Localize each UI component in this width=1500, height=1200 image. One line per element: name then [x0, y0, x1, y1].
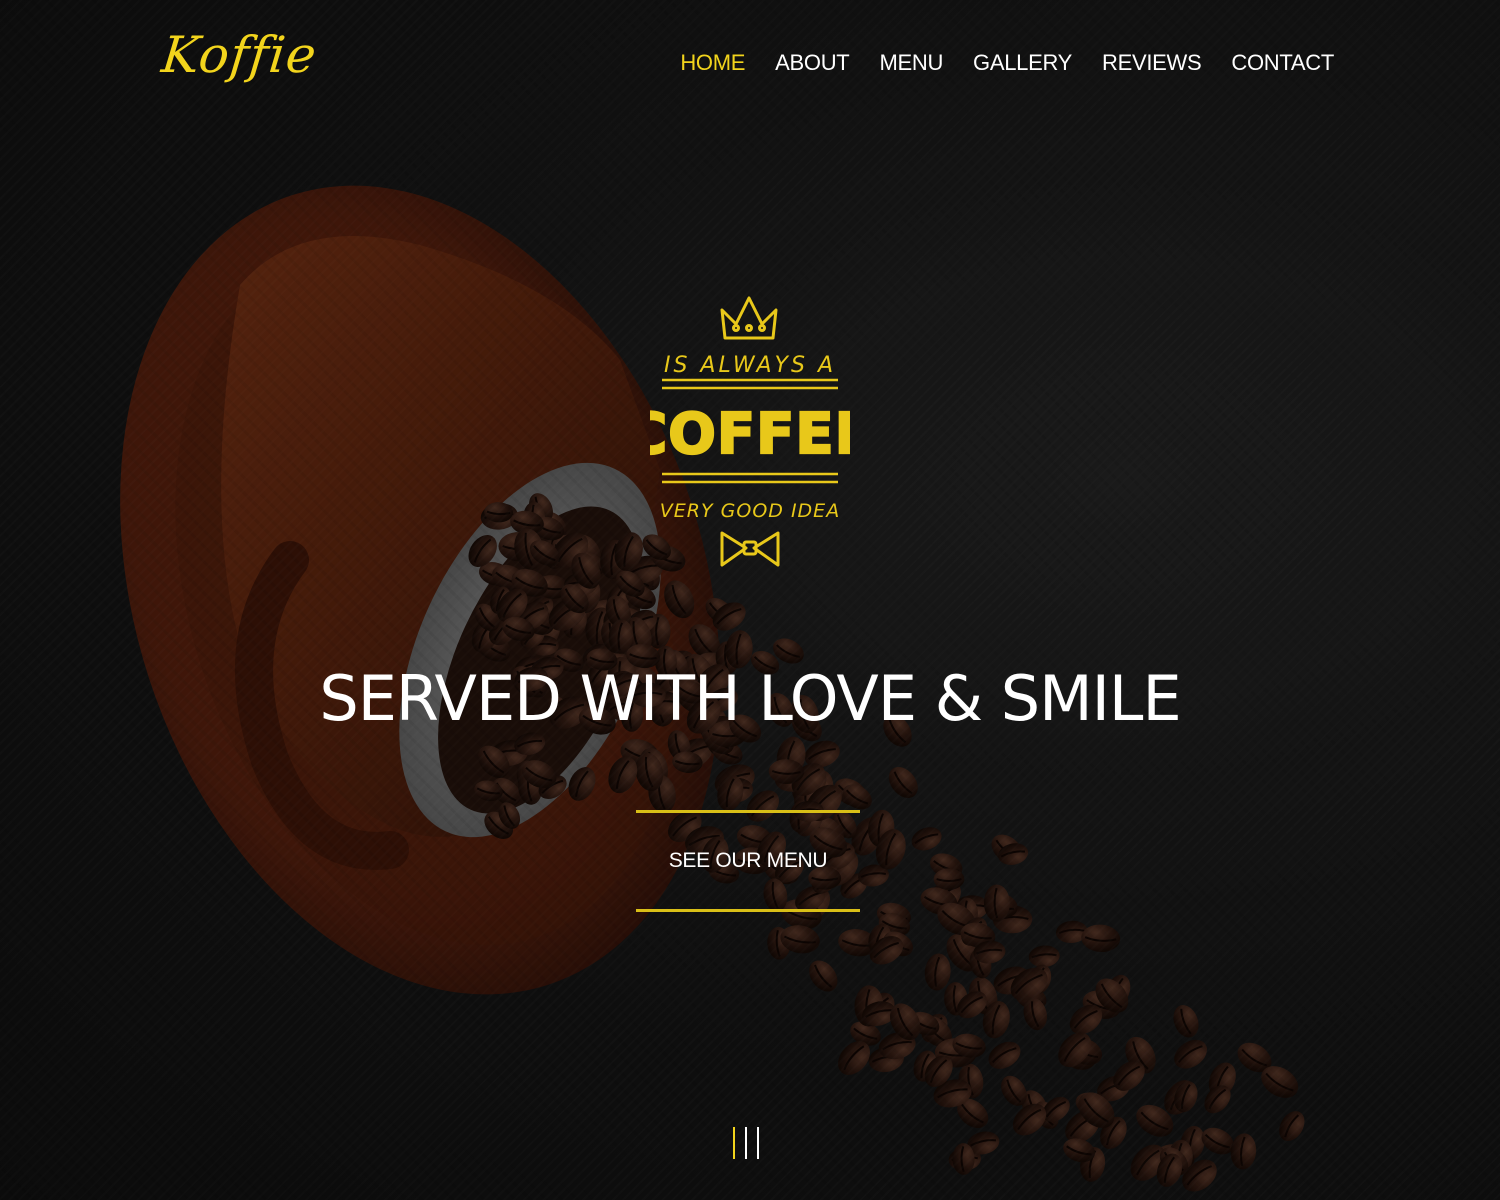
badge-top-line: IS ALWAYS A [664, 353, 836, 378]
nav-link-contact[interactable]: CONTACT [1231, 50, 1334, 76]
scroll-bar-active [733, 1127, 735, 1159]
main-navbar: Koffie HOME ABOUT MENU GALLERY REVIEWS C… [0, 0, 1500, 130]
nav-link-menu[interactable]: MENU [879, 50, 943, 76]
crown-icon [720, 296, 778, 340]
scroll-bar [745, 1127, 747, 1159]
badge-bottom-line: VERY GOOD IDEA [660, 500, 840, 522]
scroll-indicator-icon[interactable] [733, 1127, 769, 1163]
nav-link-home[interactable]: HOME [680, 50, 745, 76]
nav-menu: HOME ABOUT MENU GALLERY REVIEWS CONTACT [650, 50, 1334, 76]
coffee-badge: IS ALWAYS A COFFEE VERY GOOD IDEA [650, 296, 850, 567]
hero-background-image [0, 0, 1500, 1200]
see-our-menu-button[interactable]: SEE OUR MENU [636, 813, 860, 909]
nav-link-reviews[interactable]: REVIEWS [1102, 50, 1202, 76]
nav-link-gallery[interactable]: GALLERY [973, 50, 1072, 76]
badge-main-word: COFFEE [650, 402, 850, 467]
cta-bottom-border [636, 909, 860, 912]
nav-link-about[interactable]: ABOUT [775, 50, 850, 76]
bowtie-icon [720, 531, 780, 567]
hero-section: Koffie HOME ABOUT MENU GALLERY REVIEWS C… [0, 0, 1500, 1200]
scroll-bar [757, 1127, 759, 1159]
cta-container: SEE OUR MENU [636, 810, 860, 914]
hero-headline: SERVED WITH LOVE & SMILE [319, 662, 1181, 735]
brand-logo[interactable]: Koffie [159, 26, 320, 84]
